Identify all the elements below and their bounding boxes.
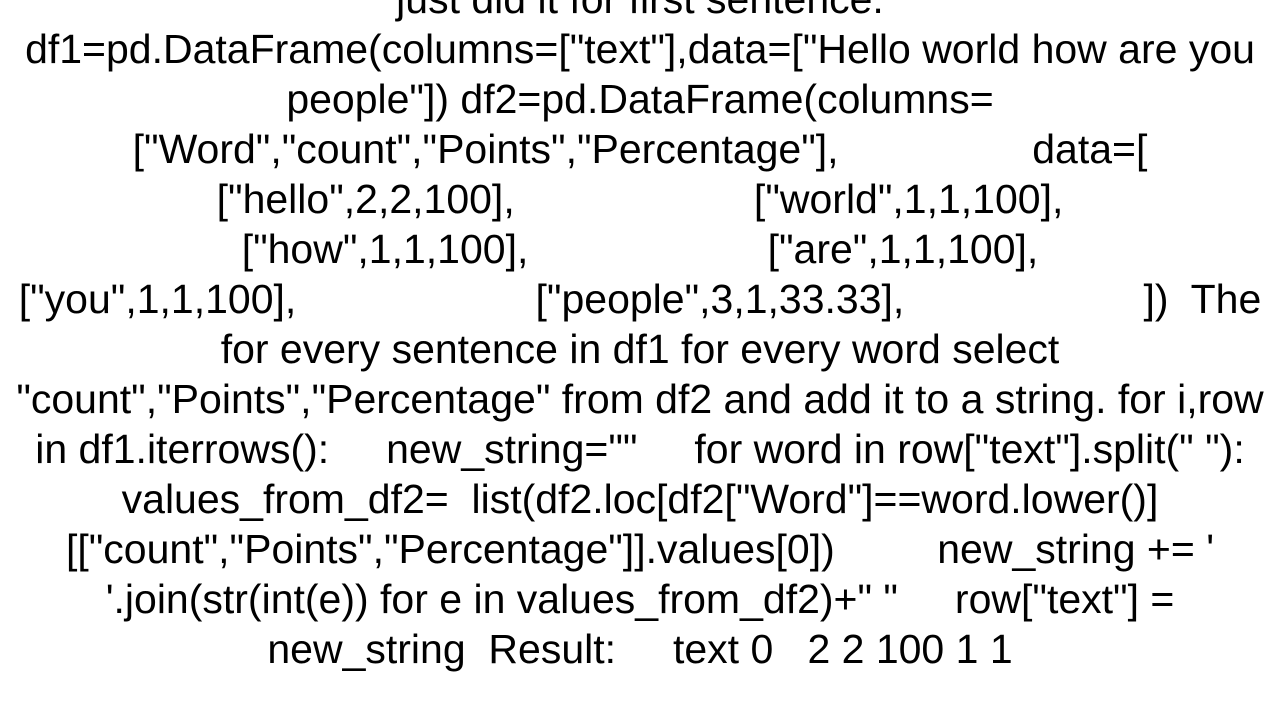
document-body: just did it for first sentence. df1=pd.D… bbox=[0, 0, 1280, 674]
